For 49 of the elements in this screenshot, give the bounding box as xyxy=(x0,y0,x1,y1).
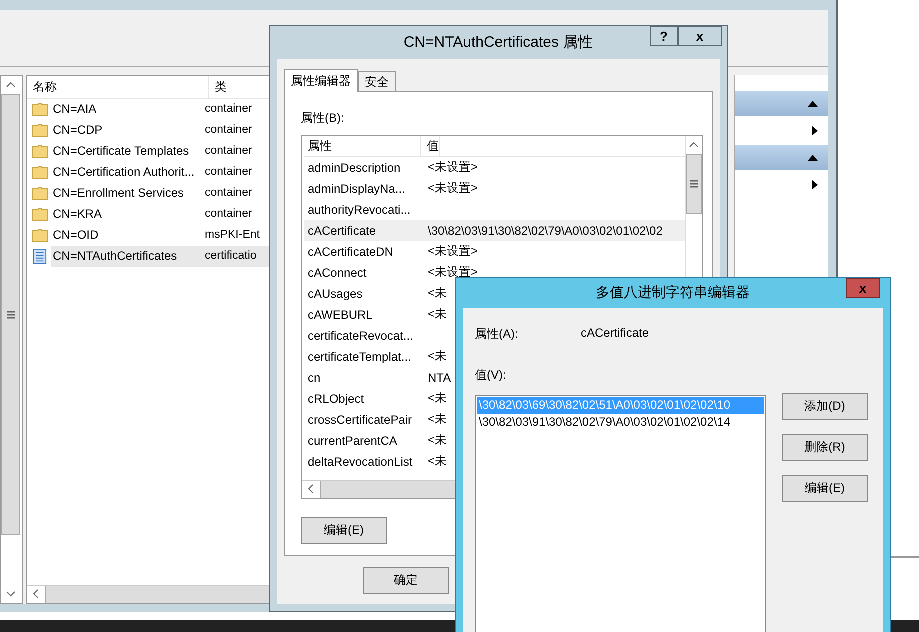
attribute-value: <未 xyxy=(427,453,448,470)
attribute-name: cAUsages xyxy=(307,286,364,300)
field-label: 属性(B): xyxy=(301,110,346,127)
attribute-name: cn xyxy=(307,370,322,384)
attribute-name: certificateTemplat... xyxy=(307,350,412,364)
attribute-value: <未 xyxy=(427,411,448,428)
object-class: certificatio xyxy=(204,249,258,264)
field-label: 属性(A): xyxy=(475,326,520,343)
attribute-value: <未 xyxy=(427,432,448,449)
attribute-name: crossCertificatePair xyxy=(307,412,414,426)
object-class: msPKI-Ent xyxy=(204,228,260,243)
attribute-value: <未 xyxy=(427,306,448,323)
object-name: CN=NTAuthCertificates xyxy=(52,248,178,265)
attribute-value: NTA xyxy=(427,370,452,384)
attribute-name: currentParentCA xyxy=(307,434,398,448)
object-class: container xyxy=(204,102,252,117)
attribute-value: <未 xyxy=(427,285,448,302)
object-name: CN=AIA xyxy=(52,101,98,118)
dialog-title: CN=NTAuthCertificates 属性 xyxy=(404,33,594,52)
dialog-title: 多值八进制字符串编辑器 xyxy=(596,284,750,302)
object-name: CN=Enrollment Services xyxy=(52,185,186,202)
object-class: container xyxy=(204,144,252,159)
object-name: CN=OID xyxy=(52,227,100,244)
object-class: container xyxy=(204,186,252,201)
attribute-name: authorityRevocati... xyxy=(307,202,412,216)
attribute-value: \30\82\03\91\30\82\02\79\A0\03\02\01\02\02 xyxy=(427,224,663,238)
attribute-value: cACertificate xyxy=(581,326,650,342)
object-name: CN=KRA xyxy=(52,206,104,223)
attribute-value: <未设置> xyxy=(427,159,478,176)
attribute-name: adminDisplayNa... xyxy=(307,182,406,196)
attribute-name: cAConnect xyxy=(307,266,368,280)
object-name: CN=CDP xyxy=(52,122,104,139)
attribute-value: <未设置> xyxy=(427,243,478,260)
object-class: container xyxy=(204,123,252,138)
object-class: container xyxy=(204,165,252,180)
attribute-name: cAWEBURL xyxy=(307,308,374,322)
attribute-name: cACertificateDN xyxy=(307,244,394,258)
attribute-name: cRLObject xyxy=(307,392,366,406)
attribute-name: cACertificate xyxy=(307,224,378,238)
attribute-value: <未 xyxy=(427,390,448,407)
field-label: 值(V): xyxy=(475,367,508,384)
object-name: CN=Certificate Templates xyxy=(52,143,190,160)
object-name: CN=Certification Authorit... xyxy=(52,164,196,181)
attribute-value: <未 xyxy=(427,348,448,365)
attribute-value: <未设置> xyxy=(427,264,478,281)
attribute-value: <未设置> xyxy=(427,180,478,197)
attribute-name: deltaRevocationList xyxy=(307,454,414,468)
attribute-name: adminDescription xyxy=(307,160,402,174)
object-class: container xyxy=(204,207,252,222)
